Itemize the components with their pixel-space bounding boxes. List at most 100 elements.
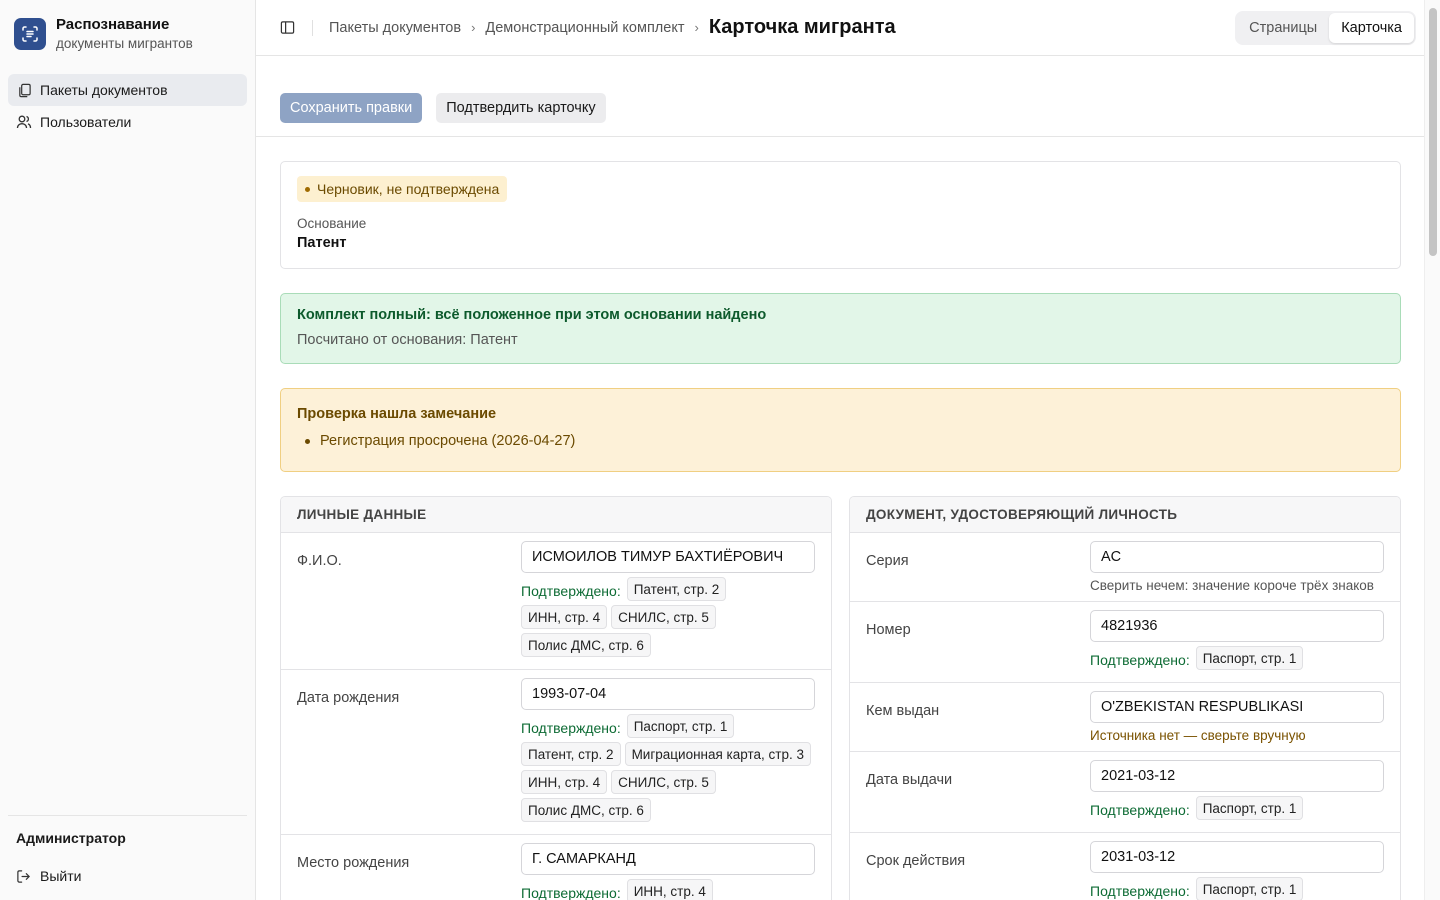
bullet-icon <box>305 438 310 444</box>
chevron-right-icon: › <box>694 20 699 35</box>
source-chip[interactable]: ИНН, стр. 4 <box>521 770 608 794</box>
confirmed-label: Подтверждено: <box>521 885 621 900</box>
source-chip[interactable]: СНИЛС, стр. 5 <box>611 770 716 794</box>
check-title: Проверка нашла замечание <box>297 406 497 422</box>
field-label: Серия <box>866 553 909 569</box>
breadcrumb-item-set[interactable]: Демонстрационный комплект <box>485 20 684 36</box>
page-title: Карточка мигранта <box>708 16 896 38</box>
confirm-card-button[interactable]: Подтвердить карточку <box>436 93 606 123</box>
sidebar-footer: Администратор Выйти <box>8 815 247 900</box>
issue-date-field[interactable]: 2021-03-12 <box>1090 760 1384 792</box>
tab-card[interactable]: Карточка <box>1329 13 1414 43</box>
view-switch: Страницы Карточка <box>1235 11 1416 45</box>
panel-title: ДОКУМЕНТ, УДОСТОВЕРЯЮЩИЙ ЛИЧНОСТЬ <box>850 497 1400 533</box>
sidebar: Распознавание документы мигрантов Пакеты… <box>0 0 256 900</box>
field-label: Место рождения <box>297 855 410 871</box>
source-chip[interactable]: Полис ДМС, стр. 6 <box>521 798 651 822</box>
sidebar-toggle-icon[interactable] <box>280 20 296 36</box>
source-chip[interactable]: Паспорт, стр. 1 <box>1195 646 1304 670</box>
field-row: Кем выдан O'ZBEKISTAN RESPUBLIKASI Источ… <box>850 683 1400 752</box>
brand: Распознавание документы мигрантов <box>0 0 255 54</box>
field-label: Кем выдан <box>866 703 940 719</box>
sidebar-item-label: Пользователи <box>40 114 132 130</box>
field-panels: ЛИЧНЫЕ ДАННЫЕ Ф.И.О. ИСМОИЛОВ ТИМУР БАХТ… <box>280 496 1401 900</box>
field-warning: Источника нет — сверьте вручную <box>1090 728 1306 743</box>
confirmed-label: Подтверждено: <box>1090 652 1190 668</box>
status-badge: Черновик, не подтверждена <box>297 176 508 202</box>
source-chip[interactable]: ИНН, стр. 4 <box>626 879 713 900</box>
scan-document-icon <box>14 18 46 50</box>
completeness-title: Комплект полный: всё положенное при этом… <box>297 307 767 323</box>
sources-list: Подтверждено: Патент, стр. 2 ИНН, стр. 4… <box>521 577 815 661</box>
field-label: Ф.И.О. <box>297 553 342 569</box>
expiry-date-field[interactable]: 2031-03-12 <box>1090 841 1384 873</box>
sidebar-item-label: Пакеты документов <box>40 82 168 98</box>
sources-list: Подтверждено: Паспорт, стр. 1 <box>1090 877 1384 900</box>
confirmed-label: Подтверждено: <box>521 720 621 736</box>
number-field[interactable]: 4821936 <box>1090 610 1384 642</box>
panel-title: ЛИЧНЫЕ ДАННЫЕ <box>281 497 831 533</box>
sidebar-item-users[interactable]: Пользователи <box>8 106 247 138</box>
check-alert: Проверка нашла замечание Регистрация про… <box>280 388 1401 472</box>
field-label: Срок действия <box>866 853 966 869</box>
divider <box>312 19 313 36</box>
confirmed-label: Подтверждено: <box>521 583 621 599</box>
sources-list: Подтверждено: Паспорт, стр. 1 Патент, ст… <box>521 714 815 826</box>
series-field[interactable]: AC <box>1090 541 1384 573</box>
source-chip[interactable]: СНИЛС, стр. 5 <box>611 605 716 629</box>
sources-list: Подтверждено: Паспорт, стр. 1 <box>1090 796 1384 824</box>
brand-subtitle: документы мигрантов <box>56 36 193 52</box>
field-hint: Сверить нечем: значение короче трёх знак… <box>1090 578 1374 593</box>
field-label: Дата рождения <box>297 690 400 706</box>
source-chip[interactable]: Патент, стр. 2 <box>626 577 727 601</box>
source-chip[interactable]: Паспорт, стр. 1 <box>1195 877 1304 900</box>
topbar: Пакеты документов › Демонстрационный ком… <box>256 0 1440 56</box>
personal-data-panel: ЛИЧНЫЕ ДАННЫЕ Ф.И.О. ИСМОИЛОВ ТИМУР БАХТ… <box>280 496 832 900</box>
tab-pages[interactable]: Страницы <box>1237 13 1329 43</box>
breadcrumb: Пакеты документов › Демонстрационный ком… <box>329 16 896 39</box>
confirmed-label: Подтверждено: <box>1090 883 1190 899</box>
full-name-field[interactable]: ИСМОИЛОВ ТИМУР БАХТИЁРОВИЧ <box>521 541 815 573</box>
brand-title: Распознавание <box>56 15 170 33</box>
birth-place-field[interactable]: Г. САМАРКАНД <box>521 843 815 875</box>
field-label: Дата выдачи <box>866 772 953 788</box>
field-row: Номер 4821936 Подтверждено: Паспорт, стр… <box>850 602 1400 683</box>
birth-date-field[interactable]: 1993-07-04 <box>521 678 815 710</box>
chevron-right-icon: › <box>471 20 476 35</box>
source-chip[interactable]: Паспорт, стр. 1 <box>626 714 735 738</box>
source-chip[interactable]: Патент, стр. 2 <box>521 742 621 766</box>
field-row: Место рождения Г. САМАРКАНД Подтверждено… <box>281 835 831 900</box>
basis-value: Патент <box>297 235 347 251</box>
documents-icon <box>16 82 32 98</box>
action-bar: Сохранить правки Подтвердить карточку <box>256 56 1440 137</box>
save-button[interactable]: Сохранить правки <box>280 93 423 123</box>
source-chip[interactable]: Миграционная карта, стр. 3 <box>624 742 811 766</box>
status-badge-label: Черновик, не подтверждена <box>317 181 500 197</box>
field-row: Срок действия 2031-03-12 Подтверждено: П… <box>850 833 1400 900</box>
sources-list: Подтверждено: ИНН, стр. 4 <box>521 879 815 900</box>
main-area: Пакеты документов › Демонстрационный ком… <box>256 0 1440 900</box>
source-chip[interactable]: Полис ДМС, стр. 6 <box>521 633 651 657</box>
status-dot-icon <box>305 186 310 192</box>
completeness-alert: Комплект полный: всё положенное при этом… <box>280 293 1401 364</box>
scrollbar[interactable] <box>1424 0 1440 900</box>
logout-label: Выйти <box>40 868 82 884</box>
source-chip[interactable]: Паспорт, стр. 1 <box>1195 796 1304 820</box>
check-item-text: Регистрация просрочена (2026-04-27) <box>320 433 576 449</box>
logout-icon <box>16 868 32 884</box>
users-icon <box>16 114 32 130</box>
check-item: Регистрация просрочена (2026-04-27) <box>297 433 1384 449</box>
sidebar-nav: Пакеты документов Пользователи <box>0 54 255 138</box>
breadcrumb-item-packages[interactable]: Пакеты документов <box>329 20 461 36</box>
completeness-subtitle: Посчитано от основания: Патент <box>297 332 518 348</box>
field-row: Серия AC Сверить нечем: значение короче … <box>850 533 1400 602</box>
basis-label: Основание <box>297 216 367 231</box>
issued-by-field[interactable]: O'ZBEKISTAN RESPUBLIKASI <box>1090 691 1384 723</box>
field-label: Номер <box>866 622 911 638</box>
scrollbar-thumb[interactable] <box>1429 8 1437 256</box>
source-chip[interactable]: ИНН, стр. 4 <box>521 605 608 629</box>
field-row: Ф.И.О. ИСМОИЛОВ ТИМУР БАХТИЁРОВИЧ Подтве… <box>281 533 831 670</box>
sources-list: Подтверждено: Паспорт, стр. 1 <box>1090 646 1384 674</box>
logout-button[interactable]: Выйти <box>16 860 239 892</box>
sidebar-item-packages[interactable]: Пакеты документов <box>8 74 247 106</box>
